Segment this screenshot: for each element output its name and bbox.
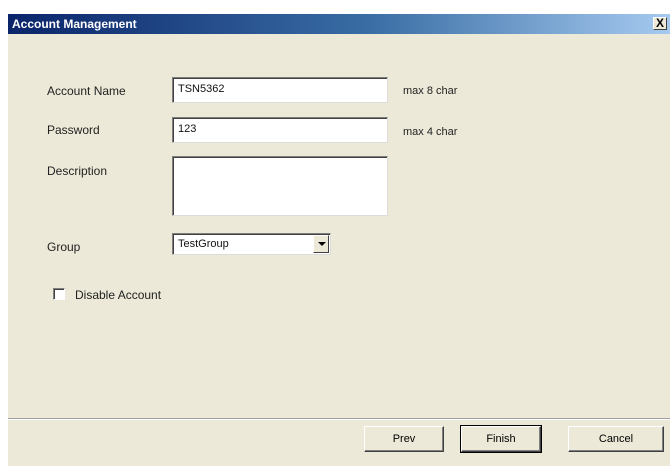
group-label: Group xyxy=(47,240,81,254)
description-textarea[interactable] xyxy=(172,156,388,216)
account-name-label: Account Name xyxy=(47,84,126,98)
group-selected-value: TestGroup xyxy=(178,238,229,250)
account-management-dialog: Account Management X Account Name TSN536… xyxy=(8,14,670,466)
title-bar[interactable]: Account Management X xyxy=(8,14,670,34)
footer-separator xyxy=(8,418,670,420)
close-icon: X xyxy=(656,16,665,30)
account-name-value: TSN5362 xyxy=(178,83,225,95)
password-label: Password xyxy=(47,123,100,137)
password-value: 123 xyxy=(178,123,197,135)
password-input[interactable]: 123 xyxy=(172,117,388,143)
password-hint: max 4 char xyxy=(403,126,458,138)
account-name-input[interactable]: TSN5362 xyxy=(172,77,388,103)
window-title: Account Management xyxy=(12,17,137,31)
chevron-down-icon[interactable] xyxy=(313,235,329,253)
account-name-hint: max 8 char xyxy=(403,85,458,97)
disable-account-checkbox[interactable] xyxy=(53,288,65,300)
finish-button-label: Finish xyxy=(486,433,516,445)
cancel-button-label: Cancel xyxy=(598,433,634,445)
prev-button-label: Prev xyxy=(392,433,416,445)
close-button[interactable]: X xyxy=(653,16,667,30)
prev-button[interactable]: Prev xyxy=(364,426,444,452)
description-label: Description xyxy=(47,164,108,178)
cancel-button[interactable]: Cancel xyxy=(568,426,664,452)
finish-button[interactable]: Finish xyxy=(460,425,542,453)
group-select[interactable]: TestGroup xyxy=(172,233,331,255)
disable-account-label[interactable]: Disable Account xyxy=(75,288,161,302)
